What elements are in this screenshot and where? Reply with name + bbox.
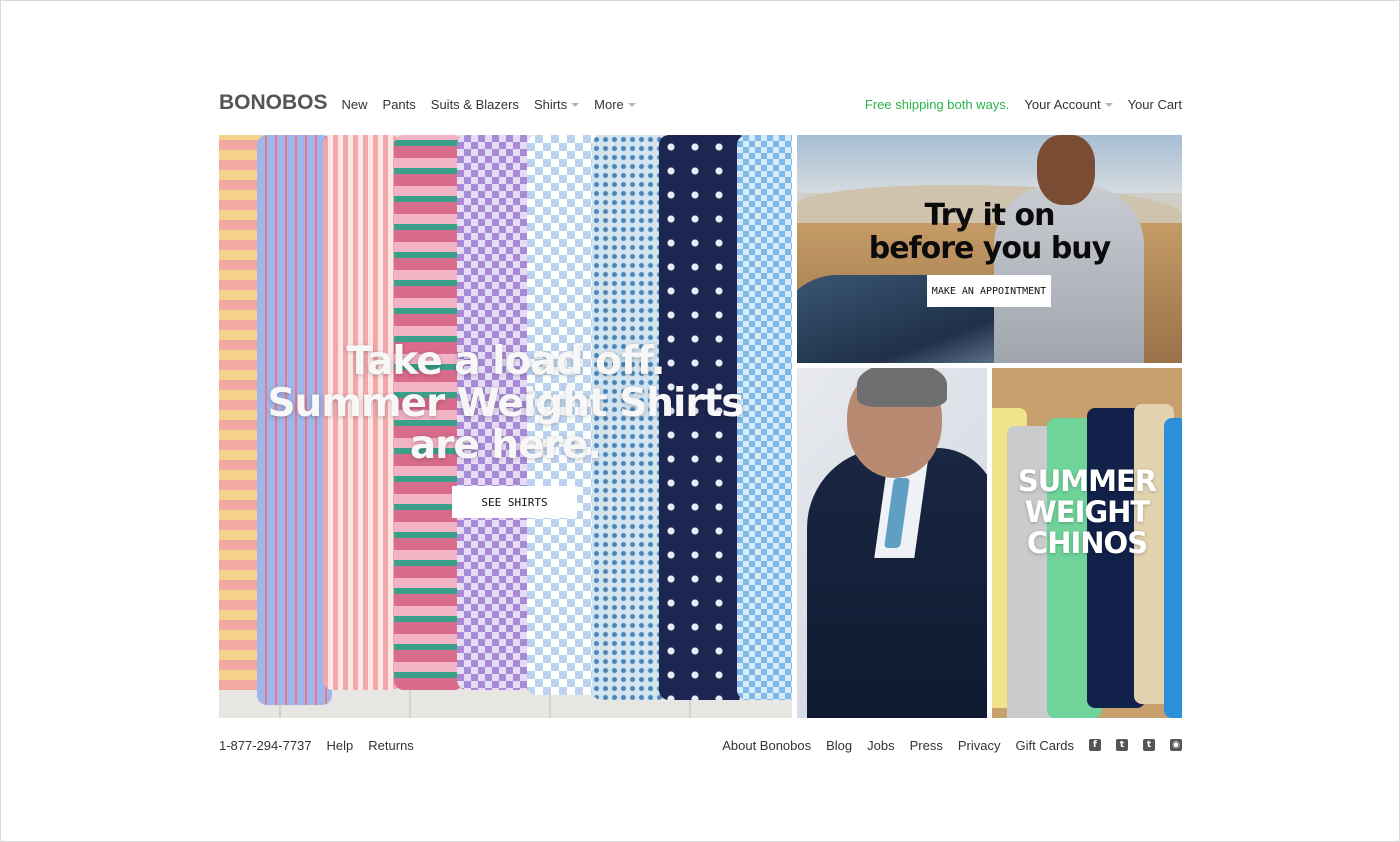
help-link[interactable]: Help	[327, 738, 354, 753]
facebook-icon[interactable]: f	[1089, 739, 1101, 751]
chinos-banner[interactable]: SUMMER WEIGHT CHINOS	[992, 368, 1182, 718]
social-links: f t t ◉	[1089, 739, 1182, 751]
nav-shirts[interactable]: Shirts	[533, 96, 580, 112]
about-link[interactable]: About Bonobos	[722, 738, 811, 753]
chinos-line-1: SUMMER	[1017, 464, 1157, 498]
blog-link[interactable]: Blog	[826, 738, 852, 753]
model-head-image	[1037, 135, 1095, 205]
privacy-link[interactable]: Privacy	[958, 738, 1001, 753]
bonobos-logo[interactable]: BONOBOS	[219, 91, 328, 115]
instagram-icon[interactable]: ◉	[1170, 739, 1182, 751]
hero-line-3: are here.	[409, 423, 602, 468]
site-footer: 1-877-294-7737 Help Returns About Bonobo…	[219, 733, 1182, 757]
hero-line-2: Summer Weight Shirts	[267, 381, 744, 426]
make-appointment-button[interactable]: MAKE AN APPOINTMENT	[927, 275, 1051, 307]
chinos-headline: SUMMER WEIGHT CHINOS	[992, 466, 1182, 559]
nav-pants[interactable]: Pants	[383, 97, 416, 112]
try-on-headline: Try it on before you buy	[857, 199, 1122, 265]
pant-image	[1164, 418, 1182, 718]
hero-line-1: Take a load off.	[346, 339, 665, 384]
returns-link[interactable]: Returns	[368, 738, 414, 753]
hero-headline: Take a load off. Summer Weight Shirts ar…	[219, 341, 792, 467]
suits-banner[interactable]	[797, 368, 987, 718]
nav-new[interactable]: New	[342, 97, 368, 112]
try-on-line-1: Try it on	[924, 198, 1056, 233]
nav-suits-blazers[interactable]: Suits & Blazers	[431, 97, 519, 112]
your-cart-link[interactable]: Your Cart	[1128, 97, 1182, 112]
model-hair-image	[857, 368, 947, 407]
twitter-icon[interactable]: t	[1116, 739, 1128, 751]
chevron-down-icon	[1104, 103, 1113, 107]
chinos-line-2: WEIGHT	[1024, 495, 1150, 529]
your-account-menu[interactable]: Your Account	[1024, 96, 1113, 112]
hero-shirts-banner[interactable]: Take a load off. Summer Weight Shirts ar…	[219, 135, 792, 718]
header-right: Free shipping both ways. Your Account Yo…	[865, 97, 1182, 112]
nav-more[interactable]: More	[594, 97, 636, 112]
try-on-banner[interactable]: Try it on before you buy MAKE AN APPOINT…	[797, 135, 1182, 363]
footer-right: About Bonobos Blog Jobs Press Privacy Gi…	[722, 738, 1182, 753]
site-header: BONOBOS New Pants Suits & Blazers Shirts…	[219, 87, 1182, 121]
chevron-down-icon	[627, 103, 636, 107]
your-account-label: Your Account	[1024, 96, 1101, 112]
nav-more-label: More	[594, 96, 624, 112]
header-left: BONOBOS New Pants Suits & Blazers Shirts…	[219, 91, 651, 115]
footer-left: 1-877-294-7737 Help Returns	[219, 738, 429, 753]
gift-cards-link[interactable]: Gift Cards	[1015, 738, 1074, 753]
phone-number[interactable]: 1-877-294-7737	[219, 738, 312, 753]
tumblr-icon[interactable]: t	[1143, 739, 1155, 751]
chevron-down-icon	[571, 103, 580, 107]
press-link[interactable]: Press	[910, 738, 943, 753]
try-on-line-2: before you buy	[868, 231, 1111, 266]
jobs-link[interactable]: Jobs	[867, 738, 894, 753]
sky-background	[797, 135, 1182, 193]
nav-shirts-label: Shirts	[533, 96, 568, 112]
chinos-line-3: CHINOS	[1026, 526, 1148, 560]
free-shipping-promo: Free shipping both ways.	[864, 96, 1010, 112]
see-shirts-button[interactable]: SEE SHIRTS	[452, 486, 577, 518]
